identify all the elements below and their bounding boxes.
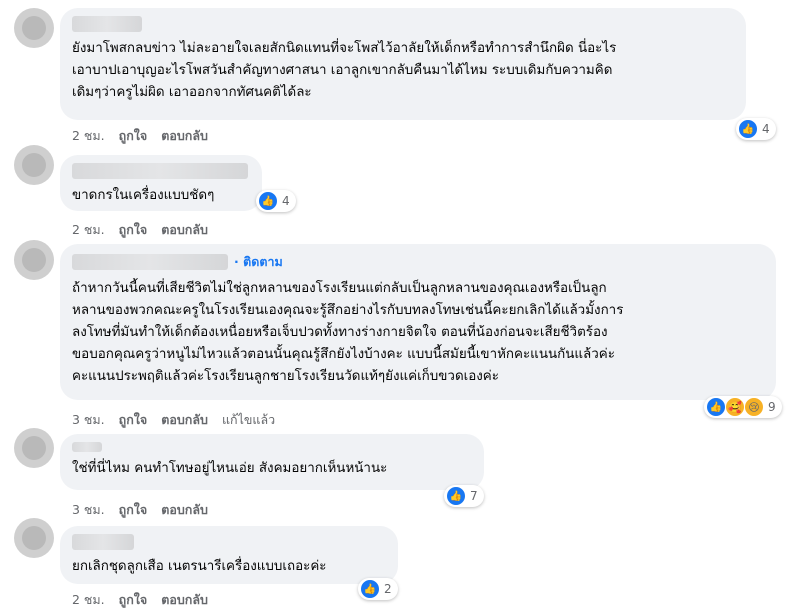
author-name-redacted[interactable]: [72, 254, 228, 270]
comment-time[interactable]: 3 ชม.: [72, 412, 105, 427]
comment-actions: 3 ชม. ถูกใจ ตอบกลับ แก้ไขแล้ว: [72, 410, 289, 430]
like-icon: 👍: [738, 119, 758, 139]
comment-actions: 2 ชม. ถูกใจ ตอบกลับ: [72, 590, 222, 610]
reaction-count[interactable]: 👍 7: [444, 485, 484, 507]
care-icon: 🥰: [725, 397, 745, 417]
reaction-count[interactable]: 👍 4: [256, 190, 296, 212]
like-button[interactable]: ถูกใจ: [119, 592, 148, 607]
reply-button[interactable]: ตอบกลับ: [161, 412, 208, 427]
avatar[interactable]: [14, 428, 54, 468]
comment-text: ขาดกรในเครื่องแบบชัดๆ: [72, 188, 215, 203]
comment-time[interactable]: 2 ชม.: [72, 592, 105, 607]
comment-text: ใช่ที่นี่ไหม คนทำโทษอยู่ไหนเอ่ย สังคมอยา…: [72, 461, 388, 476]
reply-button[interactable]: ตอบกลับ: [161, 502, 208, 517]
like-icon: 👍: [446, 486, 466, 506]
avatar[interactable]: [14, 145, 54, 185]
like-button[interactable]: ถูกใจ: [119, 128, 148, 143]
avatar[interactable]: [14, 8, 54, 48]
comment-actions: 2 ชม. ถูกใจ ตอบกลับ: [72, 220, 222, 240]
reply-button[interactable]: ตอบกลับ: [161, 222, 208, 237]
like-button[interactable]: ถูกใจ: [119, 502, 148, 517]
comment-actions: 2 ชม. ถูกใจ ตอบกลับ: [72, 126, 222, 146]
reaction-count[interactable]: 👍 2: [358, 578, 398, 600]
comment-time[interactable]: 2 ชม.: [72, 222, 105, 237]
reply-button[interactable]: ตอบกลับ: [161, 592, 208, 607]
comment-text: ยกเลิกชุดลูกเสือ เนตรนารีเครื่องแบบเถอะค…: [72, 559, 327, 574]
comment-bubble: ยกเลิกชุดลูกเสือ เนตรนารีเครื่องแบบเถอะค…: [60, 526, 398, 584]
author-name-redacted[interactable]: [72, 442, 102, 452]
comment-time[interactable]: 2 ชม.: [72, 128, 105, 143]
sad-icon: 😢: [744, 397, 764, 417]
like-icon: 👍: [360, 579, 380, 599]
edited-label: แก้ไขแล้ว: [221, 412, 276, 427]
like-button[interactable]: ถูกใจ: [119, 222, 148, 237]
author-name-redacted[interactable]: [72, 16, 142, 32]
comment-text: ถ้าหากวันนี้คนที่เสียชีวิตไม่ใช่ลูกหลานข…: [72, 281, 624, 384]
author-name-redacted[interactable]: [72, 534, 134, 550]
comment-actions: 3 ชม. ถูกใจ ตอบกลับ: [72, 500, 222, 520]
comment-time[interactable]: 3 ชม.: [72, 502, 105, 517]
avatar[interactable]: [14, 518, 54, 558]
comment-bubble: ใช่ที่นี่ไหม คนทำโทษอยู่ไหนเอ่ย สังคมอยา…: [60, 434, 484, 490]
reaction-count[interactable]: 👍 🥰 😢 9: [704, 396, 782, 418]
comment-text: ยังมาโพสกลบข่าว ไม่ละอายใจเลยสักนิดแทนที…: [72, 41, 617, 100]
like-icon: 👍: [258, 191, 278, 211]
comment-bubble: · ติดตาม ถ้าหากวันนี้คนที่เสียชีวิตไม่ใช…: [60, 244, 776, 400]
like-icon: 👍: [706, 397, 726, 417]
like-button[interactable]: ถูกใจ: [119, 412, 148, 427]
comment-bubble: ยังมาโพสกลบข่าว ไม่ละอายใจเลยสักนิดแทนที…: [60, 8, 746, 120]
follow-button[interactable]: · ติดตาม: [234, 252, 283, 272]
avatar[interactable]: [14, 240, 54, 280]
author-name-redacted[interactable]: [72, 163, 248, 179]
reaction-count[interactable]: 👍 4: [736, 118, 776, 140]
reply-button[interactable]: ตอบกลับ: [161, 128, 208, 143]
comment-bubble: ขาดกรในเครื่องแบบชัดๆ: [60, 155, 262, 211]
